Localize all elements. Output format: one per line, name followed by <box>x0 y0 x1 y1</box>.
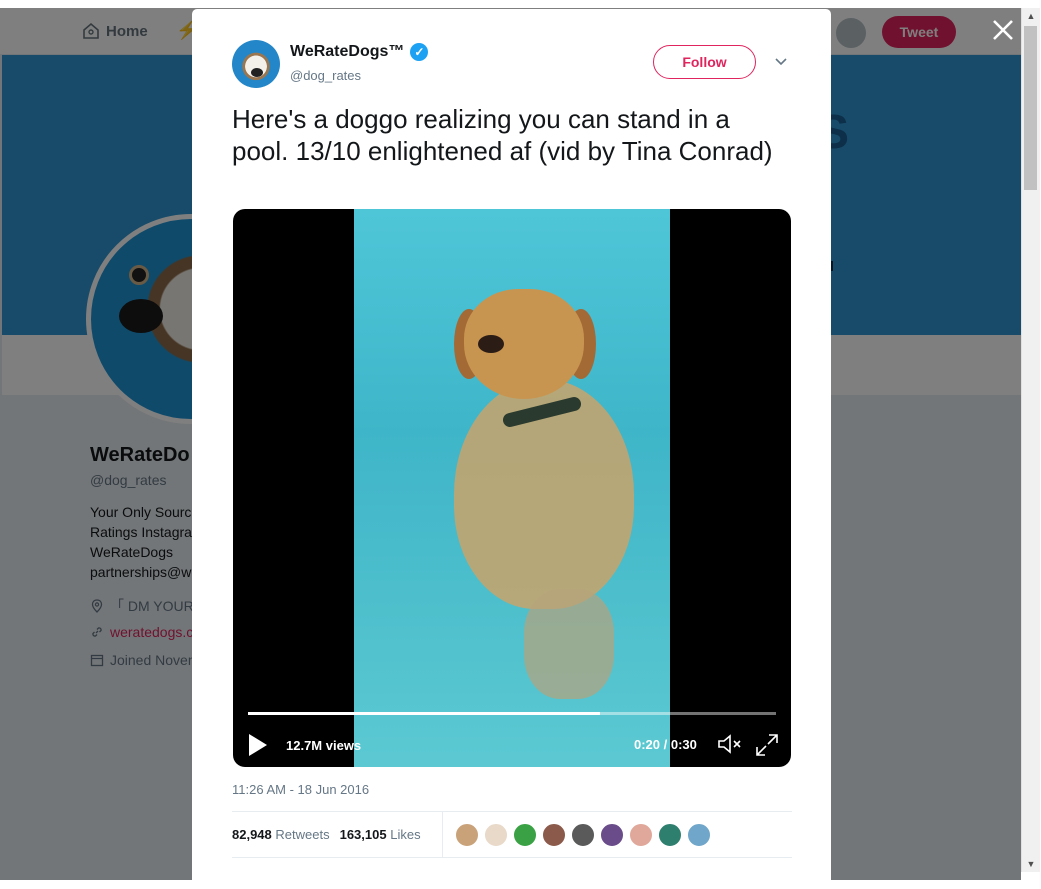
liker-avatar[interactable] <box>629 823 653 847</box>
window-scrollbar[interactable]: ▲ ▼ <box>1021 8 1040 872</box>
tweet-author-avatar[interactable] <box>232 40 280 88</box>
window-top-edge <box>0 0 1041 8</box>
divider <box>442 812 443 858</box>
tweet-author-name[interactable]: WeRateDogs™ ✓ <box>290 43 429 61</box>
liker-avatar[interactable] <box>571 823 595 847</box>
video-player[interactable]: 12.7M views 0:20 / 0:30 <box>233 209 791 767</box>
divider <box>232 857 792 858</box>
verified-badge-icon: ✓ <box>410 43 429 61</box>
dog-nose <box>478 335 504 353</box>
likes-count: 163,105 <box>339 827 387 842</box>
liker-avatar[interactable] <box>455 823 479 847</box>
display-name: WeRateDogs™ <box>290 43 405 60</box>
scrollbar-thumb[interactable] <box>1024 26 1037 190</box>
likes-label: Likes <box>390 827 421 842</box>
video-seek-bar[interactable] <box>248 712 776 715</box>
video-progress-fill <box>248 712 601 715</box>
close-icon[interactable] <box>990 18 1016 46</box>
tweet-author-handle[interactable]: @dog_rates <box>290 68 361 83</box>
liker-avatar[interactable] <box>484 823 508 847</box>
liker-avatar[interactable] <box>542 823 566 847</box>
follow-button[interactable]: Follow <box>653 45 756 79</box>
chevron-down-icon[interactable] <box>775 55 787 69</box>
tweet-timestamp[interactable]: 11:26 AM - 18 Jun 2016 <box>232 782 369 797</box>
divider <box>232 811 792 812</box>
tweet-stats: 82,948 Retweets 163,105 Likes <box>232 827 421 842</box>
play-icon[interactable] <box>249 734 267 756</box>
fullscreen-icon[interactable] <box>755 733 779 757</box>
mute-icon[interactable] <box>717 733 745 755</box>
video-frame <box>354 209 670 767</box>
avatar-nose <box>251 68 263 77</box>
liker-avatars <box>455 823 711 847</box>
view-count: 12.7M views <box>286 738 362 753</box>
retweets-label: Retweets <box>275 827 330 842</box>
scroll-down-icon[interactable]: ▼ <box>1022 856 1040 872</box>
retweets-count: 82,948 <box>232 827 272 842</box>
likes-stat[interactable]: 163,105 Likes <box>340 827 421 842</box>
tweet-text: Here's a doggo realizing you can stand i… <box>232 104 773 166</box>
liker-avatar[interactable] <box>600 823 624 847</box>
liker-avatar[interactable] <box>658 823 682 847</box>
retweets-stat[interactable]: 82,948 Retweets <box>232 827 330 842</box>
liker-avatar[interactable] <box>687 823 711 847</box>
dog-legs <box>524 589 614 699</box>
tweet-modal: WeRateDogs™ ✓ @dog_rates Follow Here's a… <box>192 9 831 889</box>
scroll-up-icon[interactable]: ▲ <box>1022 8 1040 24</box>
liker-avatar[interactable] <box>513 823 537 847</box>
video-time: 0:20 / 0:30 <box>634 737 697 752</box>
